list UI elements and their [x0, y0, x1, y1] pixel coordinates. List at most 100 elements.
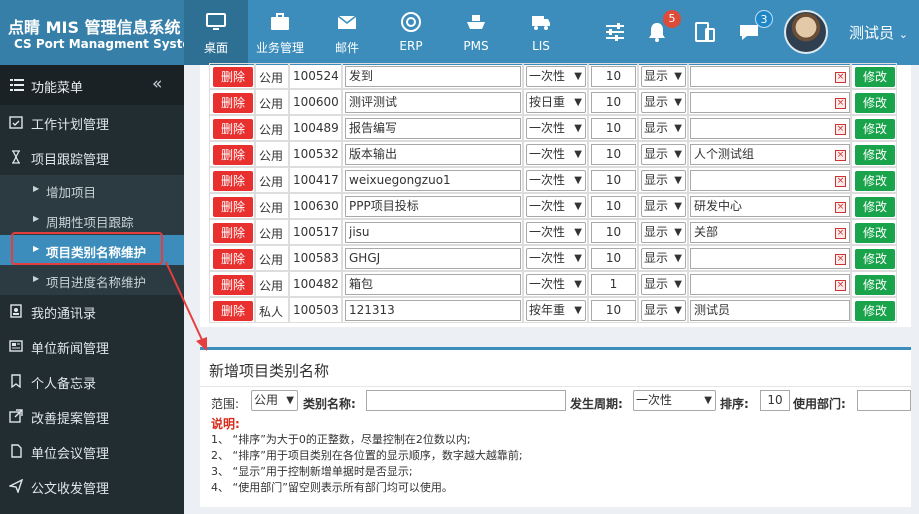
cycle-select[interactable]: 按日重 ▼ [526, 92, 586, 113]
nav-mail[interactable]: 邮件 [315, 0, 379, 65]
category-name-input[interactable] [366, 390, 566, 411]
clear-icon[interactable]: × [835, 228, 846, 239]
name-input[interactable]: 版本输出 [345, 144, 521, 165]
modify-button[interactable]: 修改 [855, 197, 895, 217]
nav-business[interactable]: 业务管理 [248, 0, 312, 65]
order-input[interactable]: 10 [591, 196, 636, 217]
clear-icon[interactable]: × [835, 202, 846, 213]
display-select[interactable]: 显示 ▼ [641, 118, 686, 139]
delete-button[interactable]: 删除 [213, 301, 253, 321]
order-input[interactable]: 1 [591, 274, 636, 295]
delete-button[interactable]: 删除 [213, 93, 253, 113]
sidebar-item-memo[interactable]: 个人备忘录 [0, 364, 184, 399]
order-input[interactable]: 10 [591, 66, 636, 87]
order-input[interactable]: 10 [591, 92, 636, 113]
modify-button[interactable]: 修改 [855, 93, 895, 113]
display-select[interactable]: 显示 ▼ [641, 300, 686, 321]
sidebar-item-contacts[interactable]: 我的通讯录 [0, 294, 184, 329]
dept-input[interactable] [857, 390, 911, 411]
display-select[interactable]: 显示 ▼ [641, 274, 686, 295]
nav-desktop[interactable]: 桌面 [184, 0, 248, 65]
clear-icon[interactable]: × [835, 124, 846, 135]
scope-select[interactable]: 公用 ▼ [251, 390, 298, 411]
dept-input[interactable]: 研发中心 × [690, 196, 850, 217]
cycle-select[interactable]: 一次性 ▼ [526, 222, 586, 243]
order-input[interactable]: 10 [760, 390, 790, 411]
sidebar-subitem-add-project[interactable]: ▶ 增加项目 [0, 175, 184, 205]
order-input[interactable]: 10 [591, 222, 636, 243]
clear-icon[interactable]: × [835, 72, 846, 83]
name-input[interactable]: GHGJ [345, 248, 521, 269]
nav-lis[interactable]: LIS [509, 0, 573, 65]
name-input[interactable]: jisu [345, 222, 521, 243]
dept-input[interactable]: × [690, 274, 850, 295]
name-input[interactable]: weixuegongzuo1 [345, 170, 521, 191]
cycle-select[interactable]: 一次性 ▼ [633, 390, 716, 411]
delete-button[interactable]: 删除 [213, 119, 253, 139]
cycle-select[interactable]: 按年重 ▼ [526, 300, 586, 321]
sidebar-subitem-progress-maintenance[interactable]: ▶ 项目进度名称维护 [0, 265, 184, 295]
devices-icon[interactable] [693, 20, 717, 44]
cycle-select[interactable]: 一次性 ▼ [526, 170, 586, 191]
delete-button[interactable]: 删除 [213, 275, 253, 295]
cycle-select[interactable]: 一次性 ▼ [526, 196, 586, 217]
delete-button[interactable]: 删除 [213, 171, 253, 191]
cycle-select[interactable]: 一次性 ▼ [526, 144, 586, 165]
sliders-icon[interactable] [603, 20, 627, 44]
order-input[interactable]: 10 [591, 248, 636, 269]
modify-button[interactable]: 修改 [855, 67, 895, 87]
display-select[interactable]: 显示 ▼ [641, 222, 686, 243]
clear-icon[interactable]: × [835, 254, 846, 265]
cycle-select[interactable]: 一次性 ▼ [526, 274, 586, 295]
modify-button[interactable]: 修改 [855, 171, 895, 191]
name-input[interactable]: 发到 [345, 66, 521, 87]
modify-button[interactable]: 修改 [855, 275, 895, 295]
modify-button[interactable]: 修改 [855, 249, 895, 269]
modify-button[interactable]: 修改 [855, 119, 895, 139]
delete-button[interactable]: 删除 [213, 67, 253, 87]
user-menu[interactable]: 测试员 ⌄ [849, 22, 908, 43]
display-select[interactable]: 显示 ▼ [641, 248, 686, 269]
avatar[interactable] [784, 10, 828, 54]
clear-icon[interactable]: × [835, 150, 846, 161]
delete-button[interactable]: 删除 [213, 197, 253, 217]
order-input[interactable]: 10 [591, 170, 636, 191]
dept-input[interactable]: × [690, 170, 850, 191]
dept-input[interactable]: × [690, 66, 850, 87]
name-input[interactable]: 121313 [345, 300, 521, 321]
dept-input[interactable]: × [690, 118, 850, 139]
delete-button[interactable]: 删除 [213, 223, 253, 243]
display-select[interactable]: 显示 ▼ [641, 66, 686, 87]
dept-input[interactable]: 测试员 [690, 300, 850, 321]
delete-button[interactable]: 删除 [213, 249, 253, 269]
sidebar-item-documents[interactable]: 公文收发管理 [0, 469, 184, 504]
modify-button[interactable]: 修改 [855, 223, 895, 243]
modify-button[interactable]: 修改 [855, 301, 895, 321]
display-select[interactable]: 显示 ▼ [641, 92, 686, 113]
sidebar-subitem-periodic-tracking[interactable]: ▶ 周期性项目跟踪 [0, 205, 184, 235]
cycle-select[interactable]: 一次性 ▼ [526, 248, 586, 269]
sidebar-item-project-tracking[interactable]: 项目跟踪管理 [0, 140, 184, 175]
dept-input[interactable]: × [690, 248, 850, 269]
order-input[interactable]: 10 [591, 118, 636, 139]
collapse-icon[interactable]: « [152, 74, 162, 94]
dept-input[interactable]: 关部 × [690, 222, 850, 243]
sidebar-item-work-plan[interactable]: 工作计划管理 [0, 105, 184, 140]
clear-icon[interactable]: × [835, 176, 846, 187]
sidebar-item-meetings[interactable]: 单位会议管理 [0, 434, 184, 469]
dept-input[interactable]: × [690, 92, 850, 113]
name-input[interactable]: 箱包 [345, 274, 521, 295]
sidebar-item-proposals[interactable]: 改善提案管理 [0, 399, 184, 434]
nav-pms[interactable]: PMS [444, 0, 508, 65]
cycle-select[interactable]: 一次性 ▼ [526, 118, 586, 139]
cycle-select[interactable]: 一次性 ▼ [526, 66, 586, 87]
delete-button[interactable]: 删除 [213, 145, 253, 165]
modify-button[interactable]: 修改 [855, 145, 895, 165]
order-input[interactable]: 10 [591, 300, 636, 321]
name-input[interactable]: 测评测试 [345, 92, 521, 113]
clear-icon[interactable]: × [835, 280, 846, 291]
clear-icon[interactable]: × [835, 98, 846, 109]
name-input[interactable]: PPP项目投标 [345, 196, 521, 217]
dept-input[interactable]: 人个测试组 × [690, 144, 850, 165]
nav-erp[interactable]: ERP [379, 0, 443, 65]
